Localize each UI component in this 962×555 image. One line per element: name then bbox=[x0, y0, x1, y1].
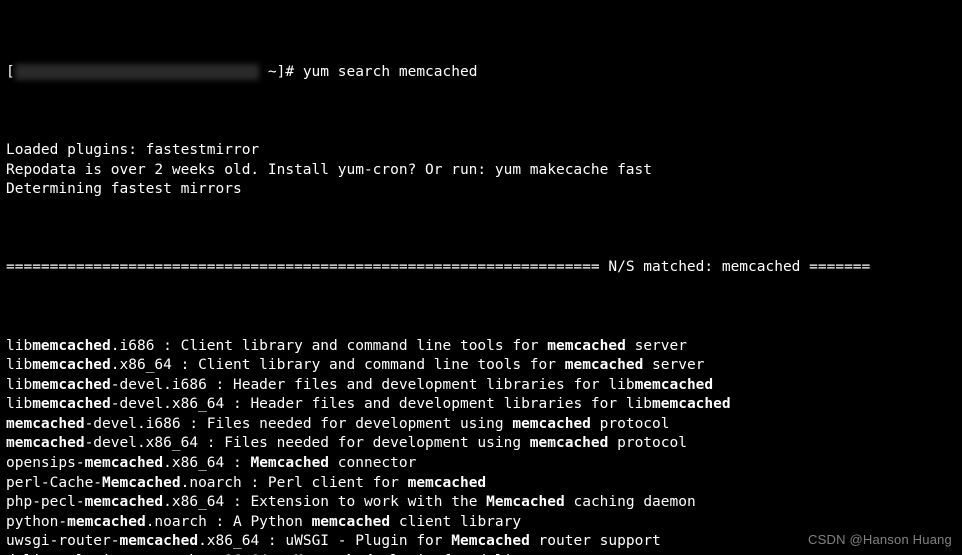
result-mid: -devel.i686 : Files needed for developme… bbox=[85, 416, 513, 432]
result-tail: router support bbox=[530, 533, 661, 549]
result-match: Memcached bbox=[102, 475, 181, 491]
result-pre: lib bbox=[6, 377, 32, 393]
result-mid: .i686 : Client library and command line … bbox=[111, 338, 548, 354]
preamble-line: Repodata is over 2 weeks old. Install yu… bbox=[6, 161, 956, 181]
result-line: perl-Cache-Memcached.noarch : Perl clien… bbox=[6, 474, 956, 494]
result-match: memcached bbox=[530, 435, 609, 451]
result-match: memcached bbox=[6, 435, 85, 451]
terminal-window[interactable]: [ ~]# yum search memcached Loaded plugin… bbox=[0, 0, 962, 555]
result-mid: .noarch : A Python bbox=[146, 514, 312, 530]
result-pre: php-pecl- bbox=[6, 494, 85, 510]
result-match: memcached bbox=[32, 338, 111, 354]
result-match: Memcached bbox=[250, 455, 329, 471]
result-match: memcached bbox=[6, 416, 85, 432]
result-tail: protocol bbox=[591, 416, 670, 432]
result-line: memcached-devel.x86_64 : Files needed fo… bbox=[6, 434, 956, 454]
result-tail: client library bbox=[390, 514, 521, 530]
result-line: python-memcached.noarch : A Python memca… bbox=[6, 513, 956, 533]
result-match: memcached bbox=[32, 377, 111, 393]
result-line: opensips-memcached.x86_64 : Memcached co… bbox=[6, 454, 956, 474]
result-line: memcached-devel.i686 : Files needed for … bbox=[6, 415, 956, 435]
prompt-line: [ ~]# yum search memcached bbox=[6, 63, 956, 83]
preamble-line: Loaded plugins: fastestmirror bbox=[6, 141, 956, 161]
preamble-line: Determining fastest mirrors bbox=[6, 180, 956, 200]
result-line: libmemcached-devel.x86_64 : Header files… bbox=[6, 395, 956, 415]
result-match: memcached bbox=[635, 377, 714, 393]
result-match: memcached bbox=[312, 514, 391, 530]
result-pre: perl-Cache- bbox=[6, 475, 102, 491]
watermark: CSDN @Hanson Huang bbox=[808, 531, 952, 549]
result-tail: caching daemon bbox=[565, 494, 696, 510]
results-block: libmemcached.i686 : Client library and c… bbox=[6, 337, 956, 555]
header-label: N/S matched: memcached bbox=[608, 259, 800, 275]
result-mid: -devel.i686 : Header files and developme… bbox=[111, 377, 635, 393]
result-match: memcached bbox=[512, 416, 591, 432]
result-line: libmemcached.i686 : Client library and c… bbox=[6, 337, 956, 357]
result-match: memcached bbox=[565, 357, 644, 373]
prompt-suffix: ~]# bbox=[259, 64, 303, 80]
result-mid: .x86_64 : Extension to work with the bbox=[163, 494, 486, 510]
result-line: libmemcached.x86_64 : Client library and… bbox=[6, 356, 956, 376]
result-pre: uwsgi-router- bbox=[6, 533, 120, 549]
result-match: memcached bbox=[67, 514, 146, 530]
result-tail: connector bbox=[329, 455, 416, 471]
result-mid: .x86_64 : uWSGI - Plugin for bbox=[198, 533, 451, 549]
result-mid: .noarch : Perl client for bbox=[181, 475, 408, 491]
result-tail: server bbox=[626, 338, 687, 354]
result-match: memcached bbox=[85, 455, 164, 471]
match-header: ========================================… bbox=[6, 258, 956, 278]
result-match: memcached bbox=[85, 494, 164, 510]
result-mid: -devel.x86_64 : Files needed for develop… bbox=[85, 435, 530, 451]
result-match: memcached bbox=[32, 396, 111, 412]
result-line: libmemcached-devel.i686 : Header files a… bbox=[6, 376, 956, 396]
result-pre: lib bbox=[6, 338, 32, 354]
result-match: memcached bbox=[547, 338, 626, 354]
result-match: memcached bbox=[652, 396, 731, 412]
result-match: memcached bbox=[408, 475, 487, 491]
result-pre: lib bbox=[6, 357, 32, 373]
preamble-block: Loaded plugins: fastestmirrorRepodata is… bbox=[6, 141, 956, 200]
result-mid: .x86_64 : Client library and command lin… bbox=[111, 357, 565, 373]
result-match: Memcached bbox=[486, 494, 565, 510]
result-tail: server bbox=[643, 357, 704, 373]
hostname-redacted bbox=[15, 64, 259, 80]
result-pre: lib bbox=[6, 396, 32, 412]
header-rule-right: ======= bbox=[800, 259, 870, 275]
result-match: Memcached bbox=[451, 533, 530, 549]
result-mid: -devel.x86_64 : Header files and develop… bbox=[111, 396, 652, 412]
header-rule-left: ========================================… bbox=[6, 259, 608, 275]
result-tail: protocol bbox=[608, 435, 687, 451]
result-pre: python- bbox=[6, 514, 67, 530]
result-match: memcached bbox=[32, 357, 111, 373]
typed-command: yum search memcached bbox=[303, 64, 478, 80]
result-match: memcached bbox=[120, 533, 199, 549]
result-pre: opensips- bbox=[6, 455, 85, 471]
result-line: php-pecl-memcached.x86_64 : Extension to… bbox=[6, 493, 956, 513]
result-mid: .x86_64 : bbox=[163, 455, 250, 471]
